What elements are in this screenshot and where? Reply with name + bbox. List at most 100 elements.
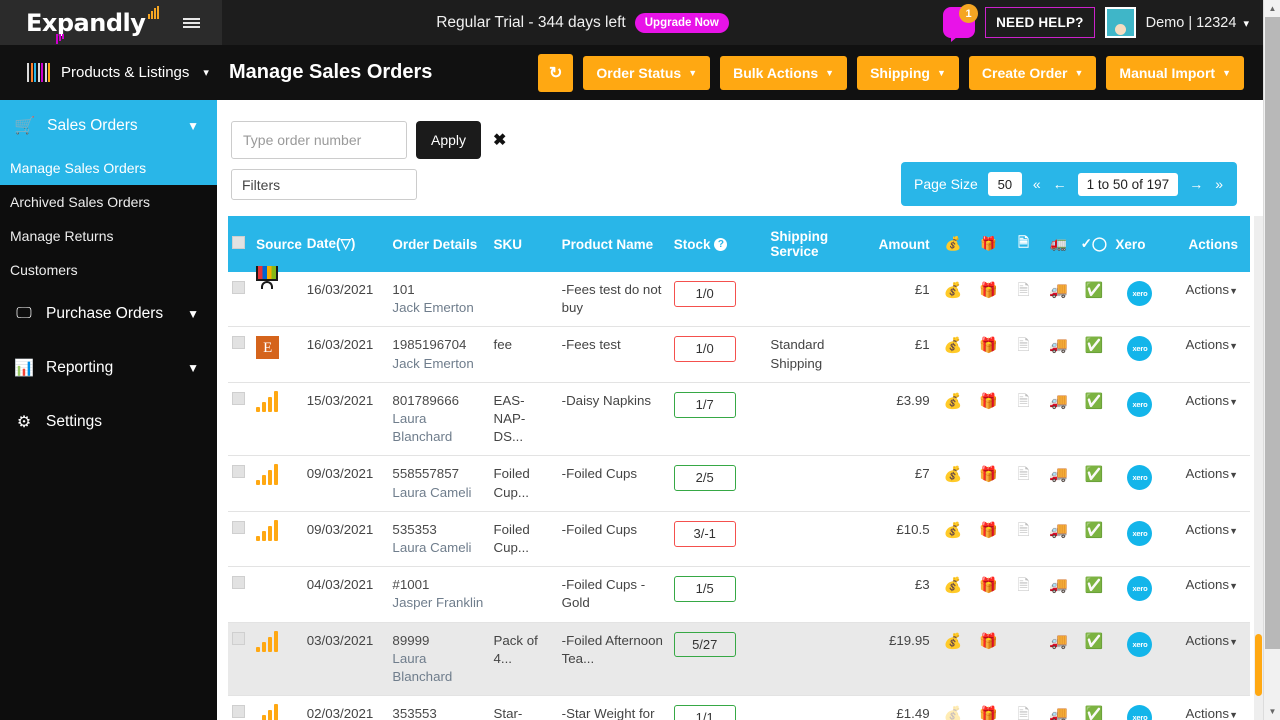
gift-icon-cell[interactable]: 🎁 bbox=[970, 455, 1006, 512]
invoice-icon[interactable]: 🗎 bbox=[1018, 393, 1030, 410]
col-truck[interactable]: 🚛 bbox=[1041, 216, 1077, 272]
truck-icon[interactable]: 🚚 bbox=[1049, 466, 1068, 483]
sidebar-item-purchase-orders[interactable]: 🖵 Purchase Orders ▼ bbox=[0, 287, 217, 341]
help-icon[interactable]: ? bbox=[714, 238, 728, 252]
invoice-icon-cell[interactable]: 🗎 bbox=[1005, 382, 1042, 457]
table-scrollbar-track[interactable] bbox=[1254, 216, 1263, 720]
xero-cell[interactable]: xero bbox=[1111, 272, 1169, 328]
row-checkbox[interactable] bbox=[232, 391, 245, 405]
row-checkbox[interactable] bbox=[232, 336, 245, 350]
check-circle-icon-cell[interactable]: ✅ bbox=[1076, 382, 1112, 457]
invoice-icon-cell[interactable]: 🗎 bbox=[1005, 455, 1042, 512]
invoice-icon[interactable]: 🗎 bbox=[1018, 706, 1030, 720]
truck-icon[interactable]: 🚚 bbox=[1049, 706, 1068, 720]
check-circle-icon-cell[interactable]: ✅ bbox=[1076, 695, 1112, 720]
gift-icon[interactable]: 🎁 bbox=[979, 577, 998, 594]
order-details-cell[interactable]: 101 Jack Emerton bbox=[388, 272, 490, 328]
first-page-button[interactable]: « bbox=[1032, 176, 1042, 192]
invoice-icon[interactable]: 🗎 bbox=[1018, 522, 1030, 539]
col-xero[interactable]: Xero bbox=[1111, 216, 1169, 272]
order-details-cell[interactable]: 353553Laura Blanchard bbox=[388, 695, 490, 720]
money-bag-icon-cell[interactable]: 💰 bbox=[935, 455, 971, 512]
table-row[interactable]: E 16/03/2021 1985196704 Jack Emerton fee -Fee… bbox=[228, 326, 1250, 383]
col-date[interactable]: Date(▽) bbox=[302, 216, 389, 272]
sidebar-subitem-customers[interactable]: Customers bbox=[0, 253, 217, 287]
truck-icon-cell[interactable]: 🚚 bbox=[1041, 455, 1077, 512]
row-actions-button[interactable]: Actions▼ bbox=[1168, 455, 1250, 512]
table-row[interactable]: 16/03/2021 101 Jack Emerton -Fees test do n… bbox=[228, 266, 1250, 328]
next-page-button[interactable]: → bbox=[1188, 176, 1204, 192]
col-sku[interactable]: SKU bbox=[489, 216, 558, 272]
gift-icon-cell[interactable]: 🎁 bbox=[970, 566, 1006, 623]
col-shipping-service[interactable]: Shipping Service bbox=[766, 216, 857, 272]
truck-icon-cell[interactable]: 🚚 bbox=[1041, 695, 1077, 720]
row-checkbox[interactable] bbox=[232, 631, 245, 645]
truck-icon[interactable]: 🚚 bbox=[1049, 337, 1068, 354]
sidebar-subitem-manage-sales-orders[interactable]: Manage Sales Orders bbox=[0, 151, 217, 185]
sidebar-subitem-archived-sales-orders[interactable]: Archived Sales Orders bbox=[0, 185, 217, 219]
row-actions-button[interactable]: Actions▼ bbox=[1168, 382, 1250, 457]
hamburger-icon[interactable] bbox=[160, 0, 222, 45]
order-details-cell[interactable]: 558557857 Laura Cameli bbox=[388, 455, 490, 512]
check-circle-icon[interactable]: ✅ bbox=[1085, 706, 1104, 720]
xero-icon[interactable]: xero bbox=[1127, 336, 1153, 362]
browser-scrollbar-thumb[interactable] bbox=[1265, 17, 1280, 649]
money-bag-icon-cell[interactable]: 💰 bbox=[935, 622, 971, 697]
check-circle-icon-cell[interactable]: ✅ bbox=[1076, 455, 1112, 512]
xero-cell[interactable]: xero bbox=[1111, 382, 1169, 457]
xero-icon[interactable]: xero bbox=[1127, 281, 1153, 306]
money-bag-icon-cell[interactable]: 💰 bbox=[935, 695, 971, 720]
close-icon[interactable]: ✖ bbox=[493, 130, 506, 150]
money-bag-icon[interactable]: 💰 bbox=[944, 393, 963, 410]
gift-icon[interactable]: 🎁 bbox=[979, 466, 998, 483]
invoice-icon-cell[interactable]: 🗎 bbox=[1005, 566, 1042, 623]
table-scrollbar-thumb[interactable] bbox=[1255, 634, 1262, 696]
xero-icon[interactable]: xero bbox=[1127, 391, 1153, 417]
row-checkbox[interactable] bbox=[232, 281, 245, 294]
page-size-input[interactable] bbox=[987, 172, 1022, 196]
order-details-cell[interactable]: #1001 Jasper Franklin bbox=[388, 566, 490, 623]
row-actions-button[interactable]: Actions▼ bbox=[1168, 511, 1250, 568]
truck-icon[interactable]: 🚚 bbox=[1049, 522, 1068, 539]
xero-icon[interactable]: xero bbox=[1127, 520, 1153, 546]
bulk-actions-button[interactable]: Bulk Actions ▼ bbox=[720, 55, 848, 90]
check-circle-icon[interactable]: ✅ bbox=[1085, 522, 1104, 539]
invoice-icon-cell[interactable]: 🗎 bbox=[1005, 272, 1042, 328]
money-bag-icon[interactable]: 💰 bbox=[944, 282, 963, 299]
row-checkbox[interactable] bbox=[232, 705, 245, 719]
money-bag-icon[interactable]: 💰 bbox=[944, 466, 963, 483]
money-bag-icon-cell[interactable]: 💰 bbox=[935, 272, 971, 328]
invoice-icon-cell[interactable]: 🗎 bbox=[1005, 326, 1042, 383]
sidebar-item-sales-orders[interactable]: 🛒 Sales Orders ▼ bbox=[0, 100, 217, 151]
row-actions-button[interactable]: Actions▼ bbox=[1168, 566, 1250, 623]
gift-icon-cell[interactable]: 🎁 bbox=[970, 695, 1006, 720]
money-bag-icon-cell[interactable]: 💰 bbox=[935, 326, 971, 383]
invoice-icon-cell[interactable] bbox=[1005, 622, 1042, 697]
invoice-icon[interactable]: 🗎 bbox=[1018, 282, 1030, 299]
money-bag-icon[interactable]: 💰 bbox=[944, 706, 963, 720]
order-details-cell[interactable]: 801789666 Laura Blanchard bbox=[388, 382, 490, 457]
order-number-input[interactable] bbox=[231, 121, 407, 159]
truck-icon[interactable]: 🚚 bbox=[1049, 282, 1068, 299]
select-all-checkbox[interactable] bbox=[232, 236, 245, 249]
gift-icon-cell[interactable]: 🎁 bbox=[970, 272, 1006, 328]
truck-icon[interactable]: 🚚 bbox=[1049, 393, 1068, 410]
check-circle-icon-cell[interactable]: ✅ bbox=[1076, 326, 1112, 383]
gift-icon[interactable]: 🎁 bbox=[979, 706, 998, 720]
order-status-button[interactable]: Order Status ▼ bbox=[583, 55, 711, 90]
col-product-name[interactable]: Product Name bbox=[557, 216, 670, 272]
row-checkbox[interactable] bbox=[232, 576, 245, 590]
row-actions-button[interactable]: Actions▼ bbox=[1168, 326, 1250, 383]
xero-cell[interactable]: xero bbox=[1111, 695, 1169, 720]
row-actions-button[interactable]: Actions▼ bbox=[1168, 622, 1250, 697]
order-details-cell[interactable]: 1985196704 Jack Emerton bbox=[388, 326, 490, 383]
app-logo[interactable]: Expandly bbox=[26, 5, 160, 44]
xero-icon[interactable]: xero bbox=[1127, 576, 1153, 602]
gift-icon[interactable]: 🎁 bbox=[979, 522, 998, 539]
upgrade-now-button[interactable]: Upgrade Now bbox=[634, 12, 729, 33]
invoice-icon[interactable]: 🗎 bbox=[1018, 577, 1030, 594]
col-invoice[interactable]: 🗎 bbox=[1005, 216, 1042, 272]
col-source[interactable]: Source bbox=[252, 216, 303, 272]
money-bag-icon[interactable]: 💰 bbox=[944, 522, 963, 539]
invoice-icon[interactable]: 🗎 bbox=[1018, 337, 1030, 354]
